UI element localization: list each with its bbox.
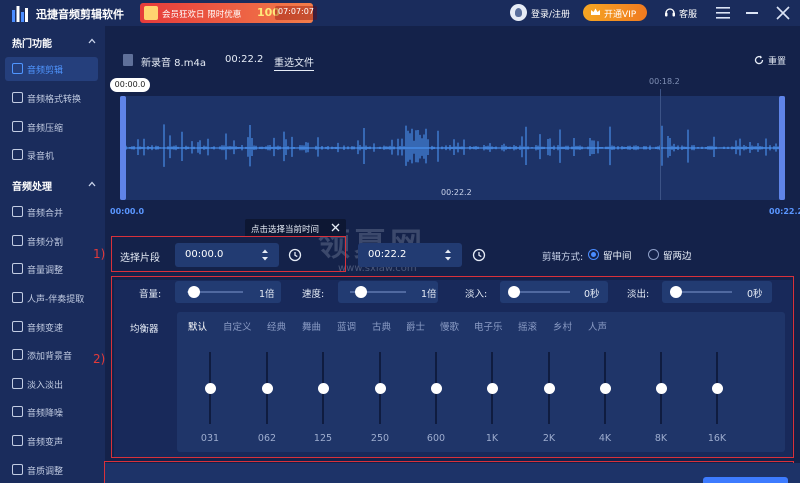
sidebar-item-label: 音频合并 (27, 209, 64, 219)
promo-text: 会员狂欢日 限时优惠 (162, 10, 242, 20)
sidebar-item-label: 淡入淡出 (27, 381, 64, 391)
sidebar-item-compress[interactable]: 音频压缩 (5, 115, 98, 139)
radio-dot (588, 249, 599, 260)
sidebar-item-denoise[interactable]: 音频降噪 (5, 400, 98, 424)
sidebar-item-label: 音频格式转换 (27, 95, 82, 105)
sidebar-item-quality[interactable]: 音质调整 (5, 458, 98, 482)
marker-time: 00:18.2 (649, 77, 680, 86)
sidebar-item-vocal-extract[interactable]: 人声-伴奏提取 (5, 286, 98, 310)
volume-icon (12, 263, 23, 274)
music-icon (12, 349, 23, 360)
annotation-box-1 (111, 236, 346, 272)
sidebar-item-fade[interactable]: 淡入淡出 (5, 372, 98, 396)
service-label: 客服 (679, 10, 698, 20)
sidebar-item-speed[interactable]: 音频变速 (5, 315, 98, 339)
annotation-label-2: 2) (93, 352, 106, 366)
end-handle[interactable] (779, 96, 785, 200)
vocal-icon (12, 292, 23, 303)
title-bar: 迅捷音频剪辑软件 会员狂欢日 限时优惠 100 07:07:07 登录/注册 开… (0, 0, 800, 26)
marker-line (660, 89, 661, 200)
sidebar-item-label: 音频变声 (27, 438, 64, 448)
denoise-icon (12, 406, 23, 417)
sidebar-item-bgm[interactable]: 添加背景音 (5, 343, 98, 367)
sidebar-item-label: 音质调整 (27, 467, 64, 477)
radio-label: 留两边 (663, 251, 692, 262)
waveform-graphic (120, 124, 785, 167)
sidebar-item-split[interactable]: 音频分割 (5, 229, 98, 253)
chevron-up-icon[interactable] (88, 180, 96, 188)
file-duration: 00:22.2 (225, 54, 264, 65)
split-icon (12, 235, 23, 246)
fade-icon (12, 378, 23, 389)
voice-change-icon (12, 435, 23, 446)
sidebar-item-merge[interactable]: 音频合并 (5, 200, 98, 224)
stepper-icon[interactable] (444, 248, 452, 262)
section-hot-features[interactable]: 热门功能 (12, 35, 52, 50)
quality-icon (12, 464, 23, 475)
menu-icon[interactable] (716, 7, 730, 19)
headset-icon (665, 8, 675, 17)
end-time-input[interactable]: 00:22.2 (358, 243, 462, 267)
crown-icon (591, 8, 600, 15)
sidebar-item-label: 音频压缩 (27, 124, 64, 134)
tooltip: 点击选择当前时间 (245, 219, 346, 237)
reselect-file-link[interactable]: 重选文件 (274, 54, 314, 71)
sidebar-item-label: 音频剪辑 (27, 66, 64, 76)
playhead-time: 00:00.0 (110, 78, 150, 92)
gift-icon (144, 6, 158, 20)
scissors-icon (12, 63, 23, 74)
start-time-label: 00:00.0 (110, 207, 145, 216)
export-button[interactable] (703, 477, 788, 483)
vip-label: 开通VIP (604, 10, 637, 20)
sidebar-item-volume[interactable]: 音量调整 (5, 257, 98, 281)
radio-dot (648, 249, 659, 260)
tooltip-text: 点击选择当前时间 (251, 225, 320, 235)
cut-mode-label: 剪辑方式: (542, 252, 584, 263)
audio-file-icon (123, 54, 133, 66)
login-label: 登录/注册 (531, 10, 571, 20)
sidebar-item-label: 录音机 (27, 152, 55, 162)
sidebar-item-label: 添加背景音 (27, 352, 73, 362)
sidebar-item-recorder[interactable]: 录音机 (5, 143, 98, 167)
sidebar-item-audio-cut[interactable]: 音频剪辑 (5, 57, 98, 81)
annotation-box-2 (111, 276, 794, 458)
annotation-label-1: 1) (93, 247, 106, 261)
vip-button[interactable]: 开通VIP (583, 4, 647, 21)
history-icon[interactable] (472, 248, 486, 262)
close-icon[interactable] (776, 6, 790, 20)
sidebar-item-label: 音频变速 (27, 324, 64, 334)
app-title: 迅捷音频剪辑软件 (36, 8, 124, 21)
start-handle[interactable] (120, 96, 126, 200)
sidebar-item-label: 音量调整 (27, 266, 64, 276)
end-time-label: 00:22.2 (769, 207, 800, 216)
sidebar-item-label: 音频降噪 (27, 409, 64, 419)
radio-label: 留中间 (603, 251, 632, 262)
center-time: 00:22.2 (441, 188, 472, 197)
merge-icon (12, 206, 23, 217)
compress-icon (12, 121, 23, 132)
close-icon[interactable] (331, 223, 340, 232)
promo-banner[interactable]: 会员狂欢日 限时优惠 100 07:07:07 (140, 3, 317, 23)
sidebar-item-voice-change[interactable]: 音频变声 (5, 429, 98, 453)
convert-icon (12, 92, 23, 103)
refresh-icon (754, 55, 764, 65)
sidebar: 热门功能 音频剪辑 音频格式转换 音频压缩 录音机 音频处理 音频合并 音频分割… (0, 26, 105, 483)
chevron-up-icon[interactable] (88, 37, 96, 45)
promo-timer: 07:07:07 (275, 6, 317, 20)
section-audio-processing[interactable]: 音频处理 (12, 178, 52, 193)
sidebar-item-label: 人声-伴奏提取 (27, 295, 85, 305)
end-time-value: 00:22.2 (368, 249, 407, 260)
speed-icon (12, 321, 23, 332)
file-name: 新录音 8.m4a (141, 58, 206, 69)
avatar-icon (510, 4, 527, 21)
sidebar-item-format-convert[interactable]: 音频格式转换 (5, 86, 98, 110)
recorder-icon (12, 149, 23, 160)
minimize-icon[interactable] (746, 12, 758, 14)
bottom-bar (105, 463, 800, 483)
app-logo-icon (12, 6, 28, 22)
sidebar-item-label: 音频分割 (27, 238, 64, 248)
waveform[interactable] (120, 96, 785, 200)
reset-label: 重置 (768, 57, 787, 67)
